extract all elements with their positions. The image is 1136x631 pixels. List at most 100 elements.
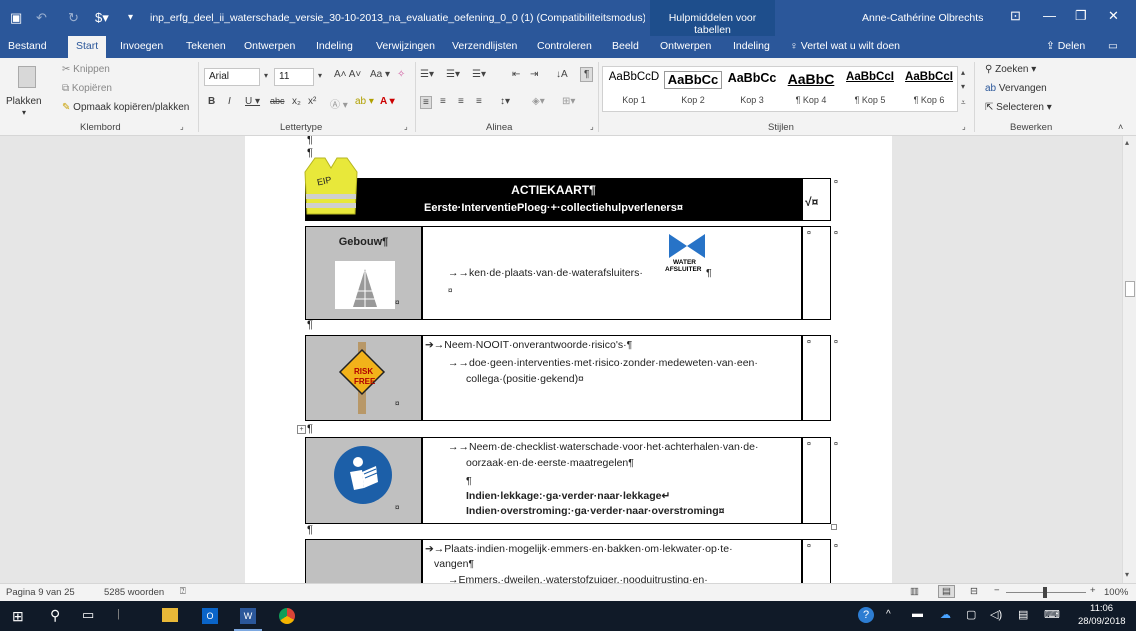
font-size-dropdown-icon[interactable]: ▾ [318, 71, 322, 80]
table-move-handle-icon[interactable]: + [297, 425, 306, 434]
highlight-icon[interactable]: ab ▾ [355, 96, 374, 107]
word-icon[interactable]: W [240, 608, 256, 624]
superscript-icon[interactable]: x² [308, 96, 316, 107]
tab-table-ontwerpen[interactable]: Ontwerpen [660, 40, 711, 52]
web-layout-icon[interactable]: ⊟ [970, 586, 978, 597]
style-kop-2[interactable]: AaBbCc Kop 2 [664, 71, 722, 105]
format-painter-button[interactable]: ✎ Opmaak kopiëren/plakken [62, 102, 189, 113]
tab-beeld[interactable]: Beeld [612, 40, 639, 52]
volume-icon[interactable]: ◁) [990, 608, 1002, 621]
print-layout-icon[interactable]: ▤ [938, 585, 955, 598]
find-button[interactable]: ⚲ Zoeken ▾ [985, 64, 1036, 75]
tab-indeling[interactable]: Indeling [316, 40, 353, 52]
scroll-up-icon[interactable]: ▴ [1125, 138, 1129, 147]
zoom-in-icon[interactable]: + [1090, 585, 1096, 596]
tab-ontwerpen[interactable]: Ontwerpen [244, 40, 295, 52]
text-effects-icon[interactable]: Ⓐ ▾ [330, 96, 348, 111]
style-kop-5[interactable]: AaBbCcI ¶ Kop 5 [841, 71, 899, 105]
scroll-down-icon[interactable]: ▾ [1125, 570, 1129, 579]
chrome-icon[interactable] [279, 608, 295, 624]
font-dialog-icon[interactable]: ⌟ [404, 122, 408, 131]
underline-icon[interactable]: U ▾ [245, 96, 260, 107]
comments-icon[interactable]: ▭ [1108, 40, 1118, 52]
tab-table-indeling[interactable]: Indeling [733, 40, 770, 52]
multilevel-list-icon[interactable]: ☰▾ [472, 69, 486, 80]
tab-invoegen[interactable]: Invoegen [120, 40, 163, 52]
table-resize-handle[interactable] [831, 524, 837, 530]
vertical-scrollbar[interactable]: ▴ ▾ [1122, 136, 1136, 583]
borders-icon[interactable]: ⊞▾ [562, 96, 575, 107]
dialog-launcher-icon[interactable]: ⌟ [180, 122, 184, 131]
clear-formatting-icon[interactable]: ✧ [397, 69, 405, 80]
keyboard-icon[interactable]: ⌨ [1044, 608, 1060, 621]
tab-tekenen[interactable]: Tekenen [186, 40, 226, 52]
task-view-icon[interactable]: ▭ [82, 607, 94, 623]
proofing-icon[interactable]: ⍰ [180, 586, 186, 597]
sort-icon[interactable]: ↓A [556, 69, 568, 80]
styles-dialog-icon[interactable]: ⌟ [962, 122, 966, 131]
styles-scroll-down-icon[interactable]: ▾ [961, 82, 965, 91]
clock-time[interactable]: 11:06 [1090, 603, 1113, 614]
increase-indent-icon[interactable]: ⇥ [530, 69, 538, 80]
help-icon[interactable]: ? [858, 607, 874, 623]
style-kop-4[interactable]: AaBbC ¶ Kop 4 [782, 71, 840, 105]
scroll-thumb[interactable] [1125, 281, 1135, 297]
user-name[interactable]: Anne-Cathérine Olbrechts [862, 12, 983, 24]
tab-verzendlijsten[interactable]: Verzendlijsten [452, 40, 517, 52]
customize-toolbar-icon[interactable]: ▾ [128, 12, 133, 23]
numbering-icon[interactable]: ☰▾ [446, 69, 460, 80]
subscript-icon[interactable]: x₂ [292, 96, 301, 107]
undo-icon[interactable]: ↶ [36, 10, 47, 26]
italic-icon[interactable]: I [228, 96, 231, 107]
share-button[interactable]: ⇪ Delen [1046, 40, 1085, 52]
font-size-box[interactable]: 11 [274, 68, 314, 86]
bold-icon[interactable]: B [208, 96, 215, 107]
styles-scroll-up-icon[interactable]: ▴ [961, 68, 965, 77]
font-name-box[interactable]: Arial [204, 68, 260, 86]
styles-more-icon[interactable]: ⩡ [961, 98, 966, 108]
search-icon[interactable]: ⚲ [50, 607, 60, 624]
close-icon[interactable]: ✕ [1108, 8, 1119, 24]
style-kop-3[interactable]: AaBbCc Kop 3 [723, 71, 781, 105]
align-center-icon[interactable]: ≡ [440, 96, 446, 107]
read-mode-icon[interactable]: ▥ [910, 586, 919, 597]
decrease-indent-icon[interactable]: ⇤ [512, 69, 520, 80]
quick-access-icon[interactable]: $▾ [95, 10, 109, 26]
onedrive-icon[interactable]: ☁ [940, 608, 951, 621]
page-count[interactable]: Pagina 9 van 25 [6, 587, 75, 598]
select-button[interactable]: ⇱ Selecteren ▾ [985, 102, 1052, 113]
grow-font-icon[interactable]: A˄ A˅ [334, 69, 361, 80]
style-kop-6[interactable]: AaBbCcI ¶ Kop 6 [900, 71, 958, 105]
show-formatting-icon[interactable]: ¶ [580, 67, 594, 82]
save-icon[interactable]: ▣ [10, 10, 22, 26]
font-color-icon[interactable]: A ▾ [380, 96, 395, 107]
zoom-slider-thumb[interactable] [1043, 587, 1047, 598]
font-name-dropdown-icon[interactable]: ▾ [264, 71, 268, 80]
align-right-icon[interactable]: ≡ [458, 96, 464, 107]
tab-start[interactable]: Start [68, 36, 107, 58]
tab-bestand[interactable]: Bestand [8, 40, 47, 52]
chevron-up-icon[interactable]: ^ [886, 609, 891, 620]
notification-icon[interactable]: ▤ [1018, 608, 1028, 621]
zoom-level[interactable]: 100% [1104, 587, 1128, 598]
shading-icon[interactable]: ◈▾ [532, 96, 545, 107]
style-kop-1[interactable]: AaBbCcD Kop 1 [605, 71, 663, 105]
file-explorer-icon[interactable] [162, 608, 178, 622]
strikethrough-icon[interactable]: abc [270, 96, 285, 106]
change-case-icon[interactable]: Aa ▾ [370, 69, 390, 80]
maximize-icon[interactable]: ❐ [1075, 8, 1087, 24]
zoom-out-icon[interactable]: − [994, 585, 1000, 596]
tab-controleren[interactable]: Controleren [537, 40, 592, 52]
ribbon-display-icon[interactable]: ⊡ [1010, 8, 1021, 24]
document-page[interactable]: ¶ ¶ ACTIEKAART¶ Eerste·InterventiePloeg·… [245, 136, 892, 583]
device-icon[interactable]: ▢ [966, 608, 976, 621]
minimize-icon[interactable]: — [1043, 8, 1056, 23]
justify-icon[interactable]: ≡ [476, 96, 482, 107]
tab-verwijzingen[interactable]: Verwijzingen [376, 40, 435, 52]
clock-date[interactable]: 28/09/2018 [1078, 616, 1126, 627]
paste-dropdown-icon[interactable]: ▾ [22, 108, 26, 117]
outlook-icon[interactable]: O [202, 608, 218, 624]
windows-start-icon[interactable]: ⊞ [12, 608, 24, 625]
replace-button[interactable]: ab Vervangen [985, 83, 1047, 94]
paragraph-dialog-icon[interactable]: ⌟ [590, 122, 594, 131]
